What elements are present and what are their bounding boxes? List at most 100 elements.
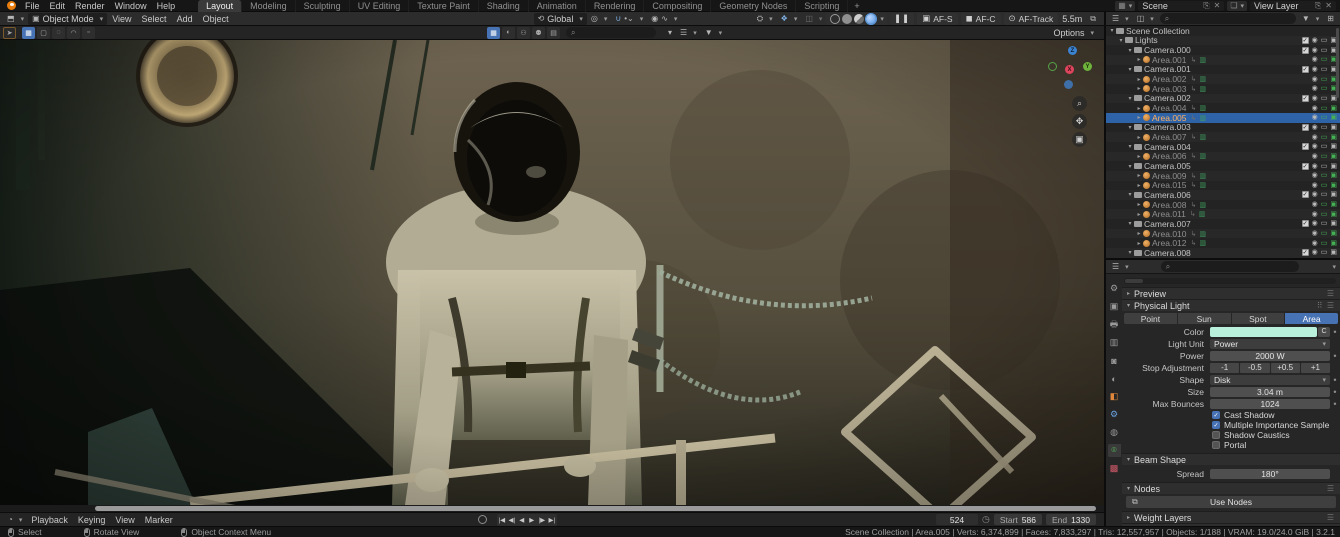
active-tool-button[interactable]: ➤ [3,27,16,39]
disclosure-icon[interactable]: ▾ [1117,37,1125,44]
panel-physical-light[interactable]: ▾Physical Light⠿ ☰ [1122,299,1340,311]
exclude-checkbox[interactable]: ✓ [1302,37,1309,44]
stop-button--1[interactable]: -1 [1210,363,1239,373]
timeline-scrollbar[interactable] [95,506,1096,511]
af-track-button[interactable]: ⊙AF-Track [1004,13,1059,25]
properties-tab-object[interactable]: ◧ [1108,390,1121,403]
stop-button-+0.5[interactable]: +0.5 [1271,363,1300,373]
filter-list-dropdown[interactable]: ☰▾ [676,27,701,39]
outliner-row-camera-004[interactable]: ▾Camera.004✓◉▭▣ [1106,142,1340,152]
properties-tab-physics[interactable]: ◍ [1108,426,1121,439]
outliner-scrollbar[interactable] [1336,28,1339,98]
stop-button--0.5[interactable]: -0.5 [1240,363,1269,373]
pan-tool-button[interactable]: ✥ [1072,114,1087,129]
hide-eye-icon[interactable]: ◉ [1312,172,1318,179]
light-type-area[interactable]: Area [1285,313,1338,324]
hide-eye-icon[interactable]: ◉ [1312,124,1318,131]
transport-jump-to-end-button[interactable]: ▶| [547,514,557,526]
overlays-dropdown[interactable]: ❖▾ [777,13,802,25]
viewport-3d[interactable]: Z X Y ⌕ ✥ ▣ [0,40,1104,505]
workspace-tab-uv-editing[interactable]: UV Editing [350,0,410,12]
xray-toggle[interactable]: ◫▾ [801,13,826,25]
disclosure-icon[interactable]: ▾ [1126,95,1134,102]
af-c-button[interactable]: ◼AF-C [961,13,1001,25]
gizmo-dropdown[interactable]: ⛭▾ [753,13,777,25]
disclosure-icon[interactable]: ▸ [1135,114,1143,121]
viewport-menu-view[interactable]: View [107,13,136,25]
disable-viewport-icon[interactable]: ▭ [1321,95,1328,102]
workspace-tab-texture-paint[interactable]: Texture Paint [409,0,479,12]
workspace-tab-rendering[interactable]: Rendering [586,0,645,12]
hide-eye-icon[interactable]: ◉ [1312,66,1318,73]
disable-render-icon[interactable]: ▣ [1330,191,1337,198]
disclosure-icon[interactable]: ▸ [1135,56,1143,63]
hide-eye-icon[interactable]: ◉ [1312,37,1318,44]
timeline-menu-playback[interactable]: Playback [26,514,73,526]
axis-x-neg[interactable] [1048,62,1057,71]
timeline-scroll-area[interactable] [0,505,1104,512]
hide-eye-icon[interactable]: ◉ [1312,211,1318,218]
tool-search-input[interactable]: ⌕ [566,27,656,38]
disable-render-icon[interactable]: ▣ [1330,163,1337,170]
scene-name-field[interactable]: Scene⎘✕ [1138,1,1224,11]
stop-button-+1[interactable]: +1 [1301,363,1330,373]
outliner-row-area-003[interactable]: ▸Area.003↳▥◉▭▣ [1106,84,1340,94]
exclude-checkbox[interactable]: ✓ [1302,124,1309,131]
disable-render-icon[interactable]: ▣ [1330,240,1337,247]
hide-eye-icon[interactable]: ◉ [1312,95,1318,102]
workspace-tab-shading[interactable]: Shading [479,0,529,12]
disable-render-icon[interactable]: ▣ [1330,211,1337,218]
focus-distance[interactable]: 5.5m [1058,13,1086,25]
disable-render-icon[interactable]: ▣ [1330,153,1337,160]
hide-eye-icon[interactable]: ◉ [1312,105,1318,112]
disable-viewport-icon[interactable]: ▭ [1321,105,1328,112]
workspace-tab-sculpting[interactable]: Sculpting [296,0,350,12]
snap-toggle-2[interactable]: ◐ [502,27,515,39]
select-mode-box[interactable]: ▢ [37,27,50,39]
properties-tab-texture[interactable]: ▩ [1108,462,1121,475]
disable-viewport-icon[interactable]: ▭ [1321,172,1328,179]
select-mode-tweak[interactable]: ▦ [22,27,35,39]
menu-help[interactable]: Help [152,1,181,11]
exclude-checkbox[interactable]: ✓ [1302,249,1309,256]
properties-tab-scene[interactable]: ◙ [1108,354,1121,367]
light-type-sun[interactable]: Sun [1178,313,1231,324]
disable-viewport-icon[interactable]: ▭ [1321,220,1328,227]
exclude-checkbox[interactable]: ✓ [1302,47,1309,54]
disable-viewport-icon[interactable]: ▭ [1321,143,1328,150]
hide-eye-icon[interactable]: ◉ [1312,191,1318,198]
hide-eye-icon[interactable]: ◉ [1312,56,1318,63]
outliner-row-camera-006[interactable]: ▾Camera.006✓◉▭▣ [1106,190,1340,200]
outliner-row-camera-008[interactable]: ▾Camera.008✓◉▭▣ [1106,248,1340,258]
checkbox-row-multiple-importance-sample[interactable]: ✓Multiple Importance Sample [1212,420,1340,430]
disclosure-icon[interactable]: ▸ [1135,134,1143,141]
filter-funnel-dropdown[interactable]: ▼▾ [701,27,726,39]
animate-dot[interactable]: • [1330,351,1340,361]
exclude-checkbox[interactable]: ✓ [1302,220,1309,227]
shading-wireframe-button[interactable] [830,14,840,24]
shading-rendered-button[interactable] [866,14,876,24]
outliner-row-lights[interactable]: ▾Lights✓◉▭▣ [1106,36,1340,46]
checkbox[interactable] [1212,441,1220,449]
select-mode-pick[interactable]: ▫ [82,27,95,39]
disable-viewport-icon[interactable]: ▭ [1321,230,1328,237]
shading-solid-button[interactable] [842,14,852,24]
spread-slider[interactable]: 180° [1210,469,1330,479]
properties-search-input[interactable]: ⌕ [1161,261,1300,272]
properties-tab-view-layer[interactable]: ▥ [1108,336,1121,349]
hide-eye-icon[interactable]: ◉ [1312,143,1318,150]
disclosure-icon[interactable]: ▾ [1126,249,1134,256]
disclosure-icon[interactable]: ▸ [1135,76,1143,83]
outliner-row-camera-007[interactable]: ▾Camera.007✓◉▭▣ [1106,219,1340,229]
checkbox[interactable]: ✓ [1212,421,1220,429]
checkbox-row-shadow-caustics[interactable]: Shadow Caustics [1212,430,1340,440]
disable-viewport-icon[interactable]: ▭ [1321,211,1328,218]
hide-eye-icon[interactable]: ◉ [1312,85,1318,92]
light-unit-dropdown[interactable]: Power▾ [1210,339,1330,349]
disable-render-icon[interactable]: ▣ [1330,134,1337,141]
transform-orientation-dropdown[interactable]: ⟲Global▾ [534,13,587,25]
properties-tab-tool[interactable]: ⚙ [1108,282,1121,295]
exclude-checkbox[interactable]: ✓ [1302,191,1309,198]
menu-edit[interactable]: Edit [45,1,71,11]
start-frame-field[interactable]: Start586 [994,514,1042,525]
